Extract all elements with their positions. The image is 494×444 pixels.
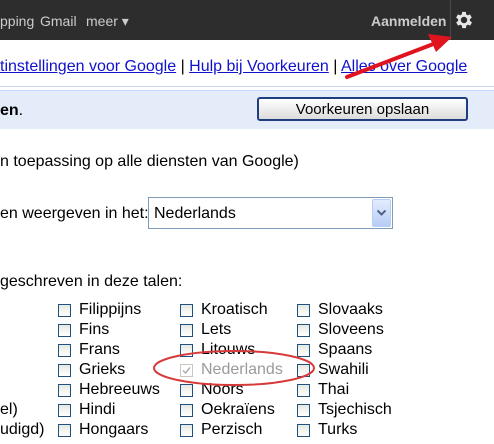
red-arrow-annotation [345, 34, 452, 79]
red-ellipse-annotation [153, 350, 315, 386]
annotation-overlay [153, 34, 452, 386]
